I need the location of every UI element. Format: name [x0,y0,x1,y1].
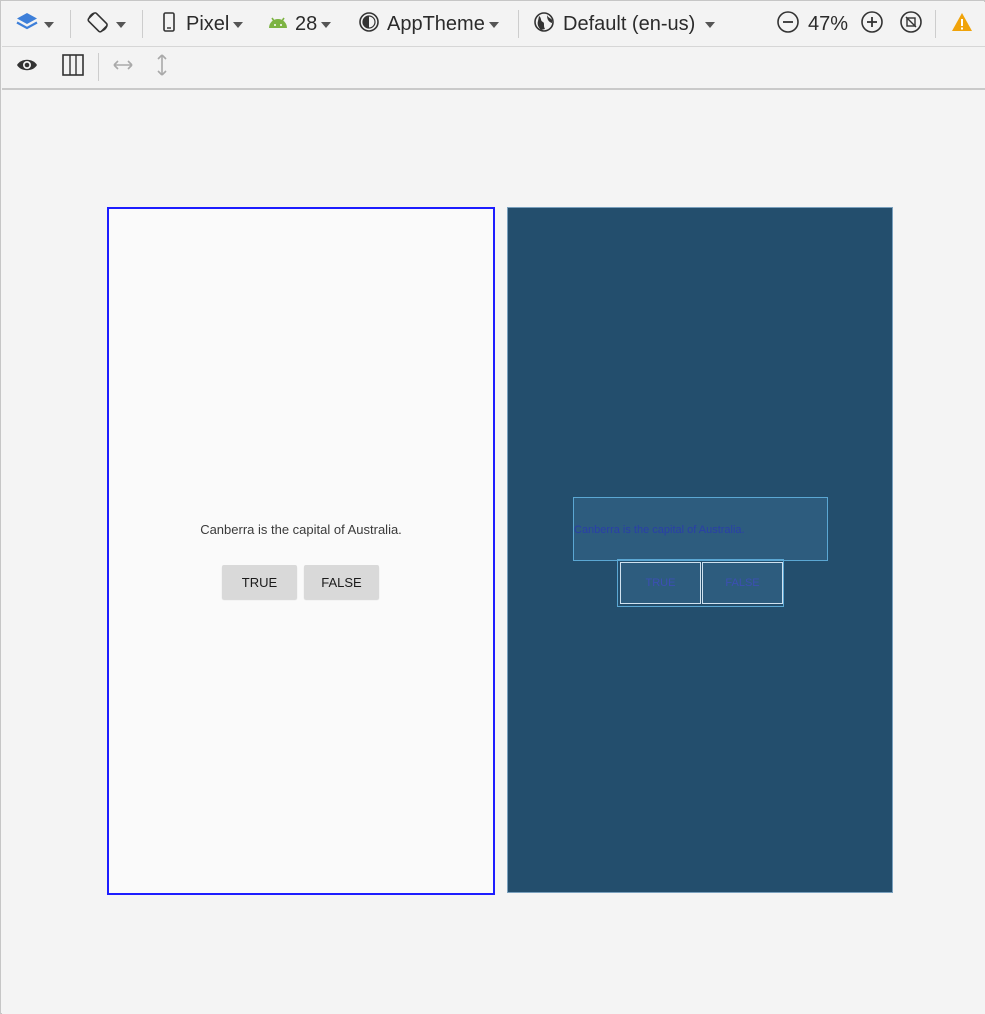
device-label: Pixel [186,12,230,35]
blueprint-question-label: Canberra is the capital of Australia. [574,524,745,536]
api-level-label: 28 [295,12,318,35]
vertical-resize-button[interactable] [150,53,174,82]
question-text[interactable]: Canberra is the capital of Australia. [109,522,493,537]
orientation-dropdown[interactable] [86,10,126,39]
chevron-down-icon [488,22,499,28]
toolbar-divider [98,53,99,81]
toolbar-divider [70,10,71,38]
toolbar-divider [935,10,936,38]
zoom-out-icon [776,10,800,39]
zoom-in-button[interactable] [860,10,884,39]
blueprint-false-button[interactable]: FALSE [702,562,783,604]
zoom-level-label: 47% [808,12,849,35]
blueprint-button-row[interactable]: TRUE FALSE [617,559,784,607]
chevron-down-icon [705,22,716,28]
toolbar-divider [518,10,519,38]
chevron-down-icon [321,22,332,28]
zoom-to-fit-icon [899,10,923,39]
chevron-down-icon [116,22,126,28]
layers-icon [14,10,40,39]
rotate-screen-icon [86,10,112,39]
design-preview[interactable]: Canberra is the capital of Australia. TR… [107,207,495,895]
android-icon [267,10,289,39]
horizontal-resize-button[interactable] [111,55,135,79]
warnings-button[interactable] [950,12,974,36]
false-button[interactable]: FALSE [304,565,379,599]
globe-icon [532,10,556,39]
horizontal-arrows-icon [111,53,135,82]
zoom-out-button[interactable] [776,10,800,39]
device-dropdown[interactable]: Pixel [160,10,244,39]
phone-icon [160,10,178,39]
vertical-arrows-icon [150,53,174,82]
theme-icon [357,10,381,39]
locale-dropdown[interactable]: Default (en-us) [532,10,716,39]
locale-label: Default (en-us) [563,12,696,35]
zoom-level: 47% [808,12,848,36]
view-options-button[interactable] [15,55,39,79]
chevron-down-icon [233,22,244,28]
layers-dropdown[interactable] [14,12,54,36]
eye-icon [15,53,39,82]
view-options-toolbar [2,47,985,90]
zoom-to-fit-button[interactable] [899,10,923,39]
blueprint-true-button[interactable]: TRUE [620,562,701,604]
columns-icon [61,53,85,82]
blueprint-question-text[interactable]: Canberra is the capital of Australia. [573,497,828,561]
zoom-in-icon [860,10,884,39]
blueprint-preview[interactable]: Canberra is the capital of Australia. TR… [507,207,893,893]
design-blueprint-toggle[interactable] [61,53,85,82]
theme-label: AppTheme [387,12,485,35]
api-level-dropdown[interactable]: 28 [267,10,332,39]
true-button[interactable]: TRUE [222,565,297,599]
warning-icon [950,10,974,39]
design-toolbar: Pixel 28 AppTheme Default (en-us) 47% [2,2,985,47]
layout-editor-window: Pixel 28 AppTheme Default (en-us) 47% Ca… [0,0,985,1014]
toolbar-divider [142,10,143,38]
theme-dropdown[interactable]: AppTheme [357,10,499,39]
chevron-down-icon [44,22,54,28]
